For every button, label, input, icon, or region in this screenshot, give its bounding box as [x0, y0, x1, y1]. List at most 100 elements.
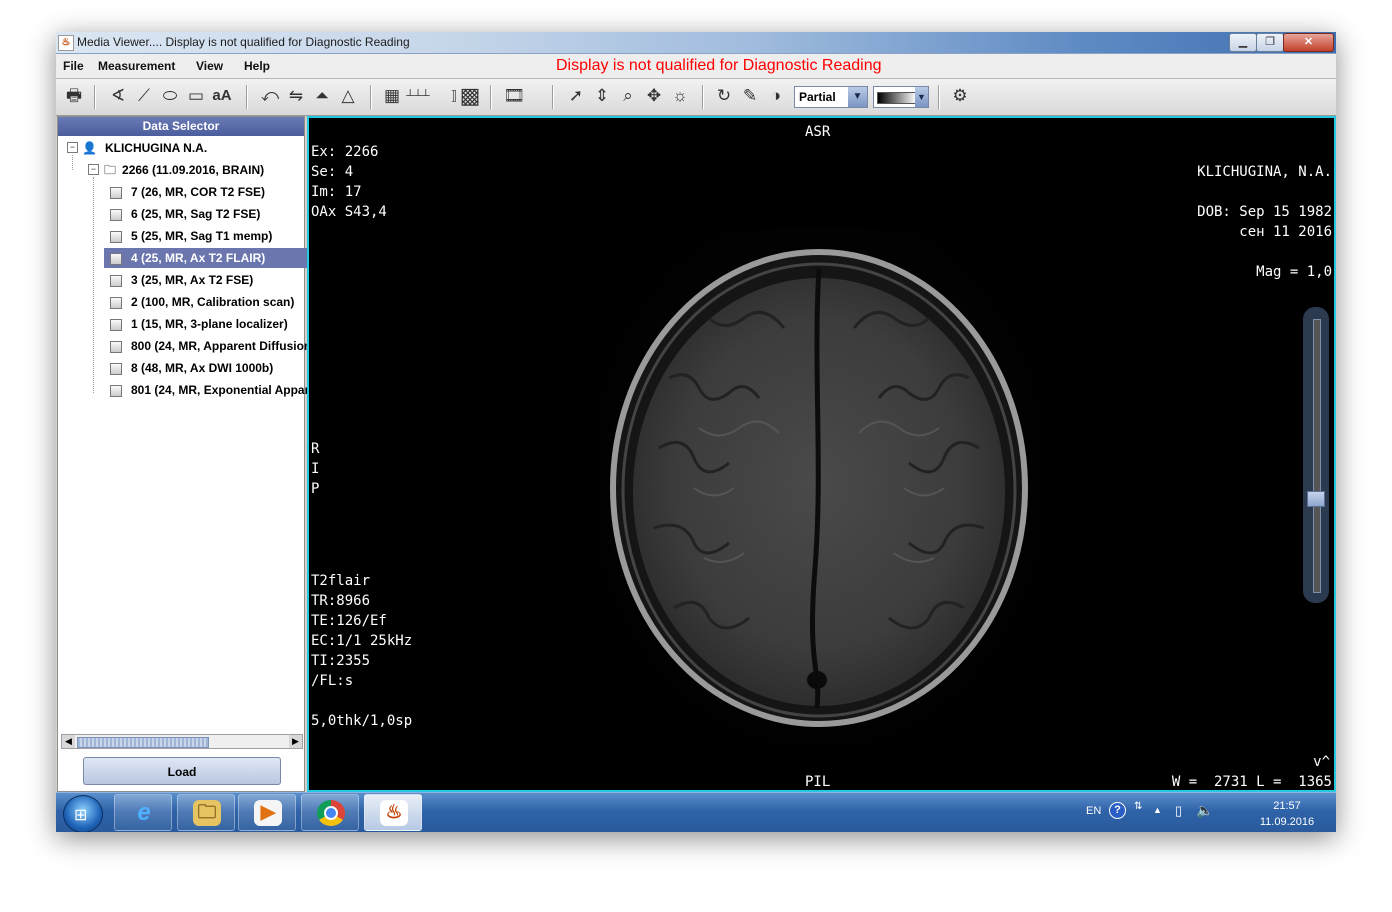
text-annotation-icon[interactable]: aA: [210, 84, 234, 108]
help-icon[interactable]: ?: [1109, 802, 1126, 819]
flip-icon[interactable]: △: [336, 84, 360, 108]
print-icon[interactable]: 🖶: [62, 84, 86, 108]
corner-marker: v^: [1313, 754, 1330, 770]
sequence-info-0: T2flair: [311, 573, 371, 589]
data-selector-panel: Data Selector − 👤 KLICHUGINA N.A. − 🗀 2266…: [57, 116, 310, 792]
rotate-left-icon[interactable]: ⤺: [258, 84, 282, 108]
menu-bar: File Measurement View Help Display is no…: [56, 54, 1336, 79]
layout-icon[interactable]: ▩: [458, 84, 482, 108]
rectangle-roi-icon[interactable]: ▭: [184, 84, 208, 108]
image-viewport[interactable]: ASR PIL Ex: 2266 Se: 4 Im: 17 OAx S43,4 …: [307, 116, 1336, 792]
maximize-button[interactable]: ❐: [1256, 33, 1284, 52]
orientation-top: ASR: [805, 124, 831, 140]
menu-help[interactable]: Help: [244, 59, 270, 73]
window-level-readout: W = 2731 L = 1365: [1171, 774, 1332, 790]
menu-file[interactable]: File: [63, 59, 84, 73]
start-button[interactable]: ⊞: [63, 795, 103, 832]
taskbar-explorer[interactable]: 🗀: [177, 794, 235, 831]
taskbar-media-player[interactable]: ▶: [238, 794, 296, 831]
series-icon: [110, 318, 122, 331]
taskbar-ie[interactable]: e: [114, 794, 172, 831]
color-map-select[interactable]: ▼: [873, 86, 929, 108]
system-clock[interactable]: 21:57 11.09.2016: [1242, 798, 1332, 830]
java-app-icon: ♨: [58, 35, 74, 51]
reset-icon[interactable]: ↻: [712, 84, 736, 108]
tree-study[interactable]: 🗀 2266 (11.09.2016, BRAIN): [104, 160, 264, 180]
tree-series-item-selected[interactable]: 4 (25, MR, Ax T2 FLAIR): [104, 248, 308, 268]
exam-info-1: Se: 4: [311, 164, 354, 180]
collapse-study-icon[interactable]: −: [88, 164, 99, 175]
tree-series-item[interactable]: 800 (24, MR, Apparent Diffusion: [104, 336, 310, 356]
cine-icon[interactable]: 🎞: [502, 84, 526, 108]
cobb-angle-icon[interactable]: ⟋: [132, 84, 156, 108]
series-icon: [110, 340, 122, 353]
tree-patient[interactable]: 👤 KLICHUGINA N.A.: [82, 138, 207, 158]
windows-logo-icon: ⊞: [74, 807, 88, 824]
series-icon: [110, 208, 122, 221]
tree-series-item[interactable]: 8 (48, MR, Ax DWI 1000b): [104, 358, 310, 378]
user-icon: 👤: [82, 141, 97, 155]
brush-icon[interactable]: ✎: [738, 84, 762, 108]
series-icon: [110, 274, 122, 287]
volume-icon[interactable]: 🔈: [1196, 802, 1213, 819]
exam-info-2: Im: 17: [311, 184, 362, 200]
zoom-icon[interactable]: ⌕: [616, 84, 640, 108]
angle-tool-icon[interactable]: ∢: [106, 84, 130, 108]
chevron-down-icon: ▼: [915, 87, 928, 107]
slider-knob[interactable]: [1307, 491, 1325, 507]
file-explorer-icon: 🗀: [193, 800, 221, 826]
menu-view[interactable]: View: [196, 59, 223, 73]
image-scroll-slider[interactable]: [1303, 307, 1329, 603]
language-bar-icon[interactable]: ⇅: [1134, 801, 1142, 812]
media-viewer-window: ♨ Media Viewer.... Display is not qualif…: [56, 32, 1336, 832]
minimize-button[interactable]: ▁: [1229, 33, 1257, 52]
series-icon: [110, 362, 122, 375]
ruler-icon[interactable]: ┴┴┴: [406, 84, 430, 108]
collapse-patient-icon[interactable]: −: [67, 142, 78, 153]
orientation-bottom: PIL: [805, 774, 831, 790]
tree-series-item[interactable]: 1 (15, MR, 3-plane localizer): [104, 314, 310, 334]
tree-series-item[interactable]: 3 (25, MR, Ax T2 FSE): [104, 270, 310, 290]
sequence-info-5: /FL:s: [311, 673, 354, 689]
flip-horizontal-icon[interactable]: ⇋: [284, 84, 308, 108]
scrollbar-thumb[interactable]: [77, 737, 209, 748]
orientation-left-1: I: [311, 461, 320, 477]
taskbar-chrome[interactable]: [301, 794, 359, 831]
show-hidden-icons[interactable]: ▲: [1153, 805, 1162, 815]
chrome-icon: [317, 800, 345, 826]
tree-series-item[interactable]: 6 (25, MR, Sag T2 FSE): [104, 204, 310, 224]
pointer-icon[interactable]: ➚: [564, 84, 588, 108]
ellipse-roi-icon[interactable]: ⬭: [158, 84, 182, 108]
patient-dob: DOB: Sep 15 1982: [1197, 204, 1332, 220]
sequence-info-1: TR:8966: [311, 593, 371, 609]
scroll-right-icon[interactable]: ▶: [289, 735, 302, 748]
taskbar-java[interactable]: ♨: [364, 794, 422, 831]
series-icon: [110, 186, 122, 199]
tree-series-item[interactable]: 7 (26, MR, COR T2 FSE): [104, 182, 310, 202]
load-button[interactable]: Load: [83, 757, 281, 785]
exam-info-3: OAx S43,4: [311, 204, 387, 220]
scroll-left-icon[interactable]: ◀: [62, 735, 75, 748]
horizontal-scrollbar[interactable]: ◀ ▶: [61, 734, 303, 749]
clock-date: 11.09.2016: [1259, 816, 1315, 828]
close-button[interactable]: ✕: [1283, 33, 1334, 52]
battery-icon[interactable]: ▯: [1175, 803, 1182, 819]
language-indicator[interactable]: EN: [1086, 805, 1101, 817]
scroll-icon[interactable]: ⇕: [590, 84, 614, 108]
settings-icon[interactable]: ⚙: [948, 84, 972, 108]
tree-series-item[interactable]: 801 (24, MR, Exponential Appar: [104, 380, 310, 400]
pan-icon[interactable]: ✥: [642, 84, 666, 108]
data-selector-header: Data Selector: [58, 117, 304, 136]
folder-icon: 🗀: [104, 163, 117, 177]
window-title: Media Viewer.... Display is not qualifie…: [77, 35, 410, 49]
title-bar[interactable]: ♨ Media Viewer.... Display is not qualif…: [56, 32, 1336, 54]
flip-vertical-icon[interactable]: ⏶: [310, 84, 334, 108]
tree-series-item[interactable]: 2 (100, MR, Calibration scan): [104, 292, 310, 312]
range-mode-select[interactable]: Partial ▼: [794, 86, 868, 108]
window-level-icon[interactable]: ☼: [668, 84, 692, 108]
sequence-info-3: EC:1/1 25kHz: [311, 633, 413, 649]
tree-series-item[interactable]: 5 (25, MR, Sag T1 memp): [104, 226, 310, 246]
menu-measurement[interactable]: Measurement: [98, 59, 175, 73]
invert-icon[interactable]: ◑: [764, 84, 788, 108]
grid-icon[interactable]: ▦: [380, 84, 404, 108]
